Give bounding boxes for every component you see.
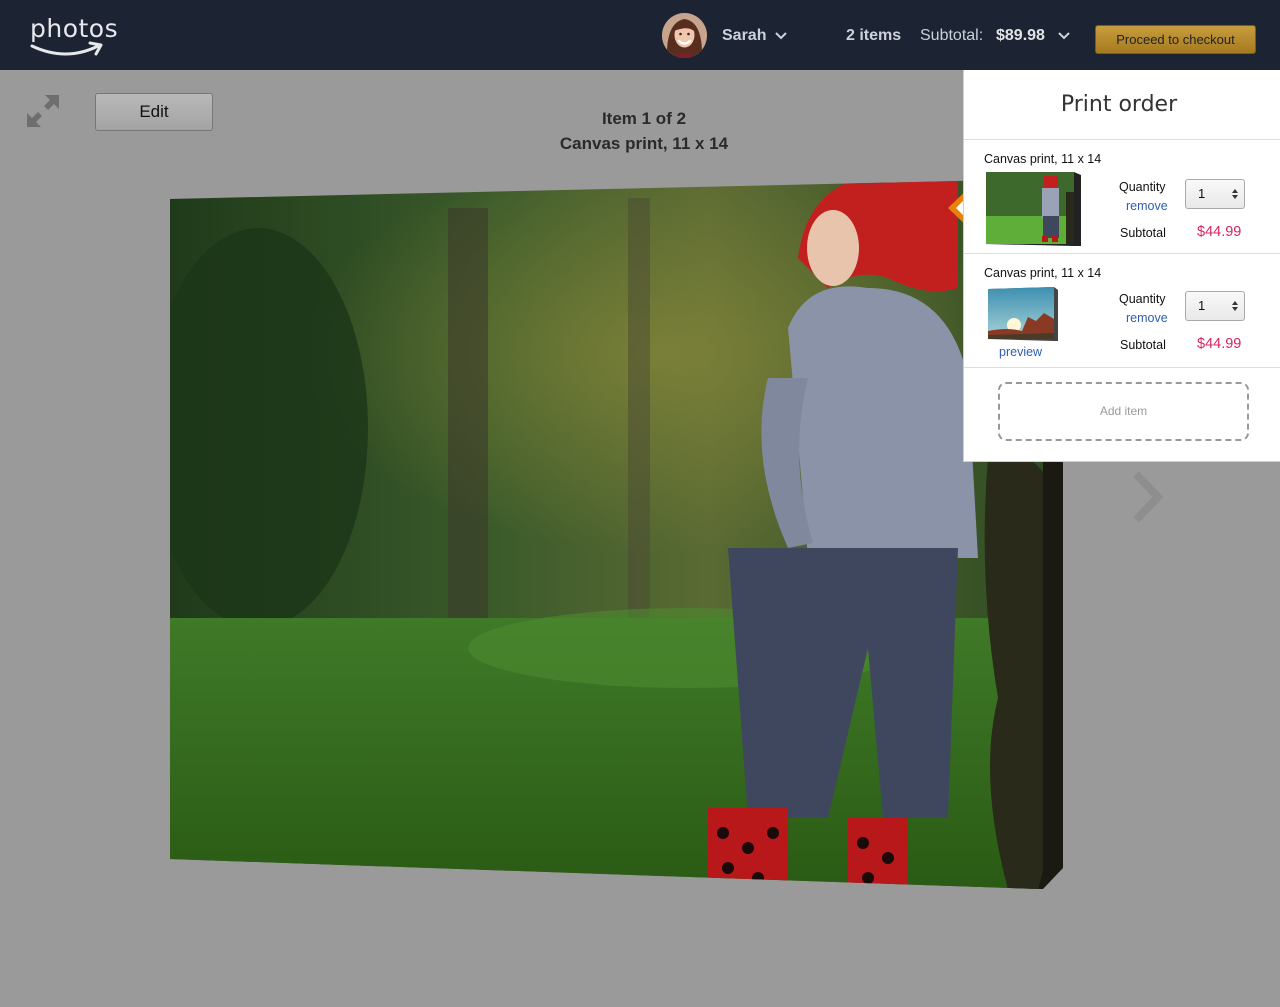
cart-subtotal-value: $89.98 xyxy=(996,27,1045,44)
photos-logo[interactable]: photos xyxy=(28,14,118,60)
order-item-thumbnail[interactable] xyxy=(988,287,1058,341)
quantity-select[interactable]: 1 xyxy=(1185,291,1245,321)
item-price: $44.99 xyxy=(1197,224,1242,240)
item-price: $44.99 xyxy=(1197,336,1242,352)
preview-link[interactable]: preview xyxy=(999,345,1042,359)
item-type-label: Canvas print, 11 x 14 xyxy=(559,134,729,153)
cart-menu-chevron-down-icon[interactable] xyxy=(1058,32,1070,40)
remove-link[interactable]: remove xyxy=(1126,311,1168,325)
panel-divider xyxy=(964,367,1280,368)
canvas-print-preview xyxy=(170,178,1063,889)
expand-arrows-icon[interactable] xyxy=(25,93,61,129)
user-name[interactable]: Sarah xyxy=(722,27,766,45)
item-heading: Item 1 of 2 Canvas print, 11 x 14 xyxy=(520,106,768,156)
proceed-to-checkout-button[interactable]: Proceed to checkout xyxy=(1095,25,1256,54)
remove-link[interactable]: remove xyxy=(1126,199,1168,213)
top-bar: photos Sarah 2 items Subtotal: $89.98 Pr… xyxy=(0,0,1280,70)
cart-subtotal-label: Subtotal: xyxy=(920,27,984,44)
order-item-name: Canvas print, 11 x 14 xyxy=(984,152,1102,166)
quantity-label: Quantity xyxy=(1119,292,1166,306)
user-menu-chevron-down-icon[interactable] xyxy=(775,32,787,40)
quantity-label: Quantity xyxy=(1119,180,1166,194)
print-order-panel: Print order Canvas print, 11 x 14 Quanti… xyxy=(963,70,1280,462)
cart-items-count[interactable]: 2 items xyxy=(846,27,901,45)
subtotal-label: Subtotal xyxy=(1120,226,1166,240)
print-order-title: Print order xyxy=(1060,92,1178,117)
item-position-label: Item 1 of 2 xyxy=(601,109,687,128)
order-item[interactable]: Canvas print, 11 x 14 preview Quantity r… xyxy=(964,254,1280,367)
up-down-arrows-icon xyxy=(1232,301,1238,311)
add-item-button[interactable]: Add item xyxy=(998,382,1249,441)
subtotal-label: Subtotal xyxy=(1120,338,1166,352)
quantity-value: 1 xyxy=(1198,186,1206,201)
next-item-chevron-right-icon[interactable] xyxy=(1128,470,1168,524)
logo-text: photos xyxy=(30,14,119,43)
quantity-value: 1 xyxy=(1198,298,1206,313)
smile-arrow-icon xyxy=(30,41,103,56)
edit-button[interactable]: Edit xyxy=(95,93,213,131)
order-item[interactable]: Canvas print, 11 x 14 Quantity remove 1 xyxy=(964,140,1280,253)
order-item-name: Canvas print, 11 x 14 xyxy=(984,266,1102,280)
order-item-thumbnail[interactable] xyxy=(986,172,1081,246)
up-down-arrows-icon xyxy=(1232,189,1238,199)
user-avatar[interactable] xyxy=(662,13,707,58)
quantity-select[interactable]: 1 xyxy=(1185,179,1245,209)
